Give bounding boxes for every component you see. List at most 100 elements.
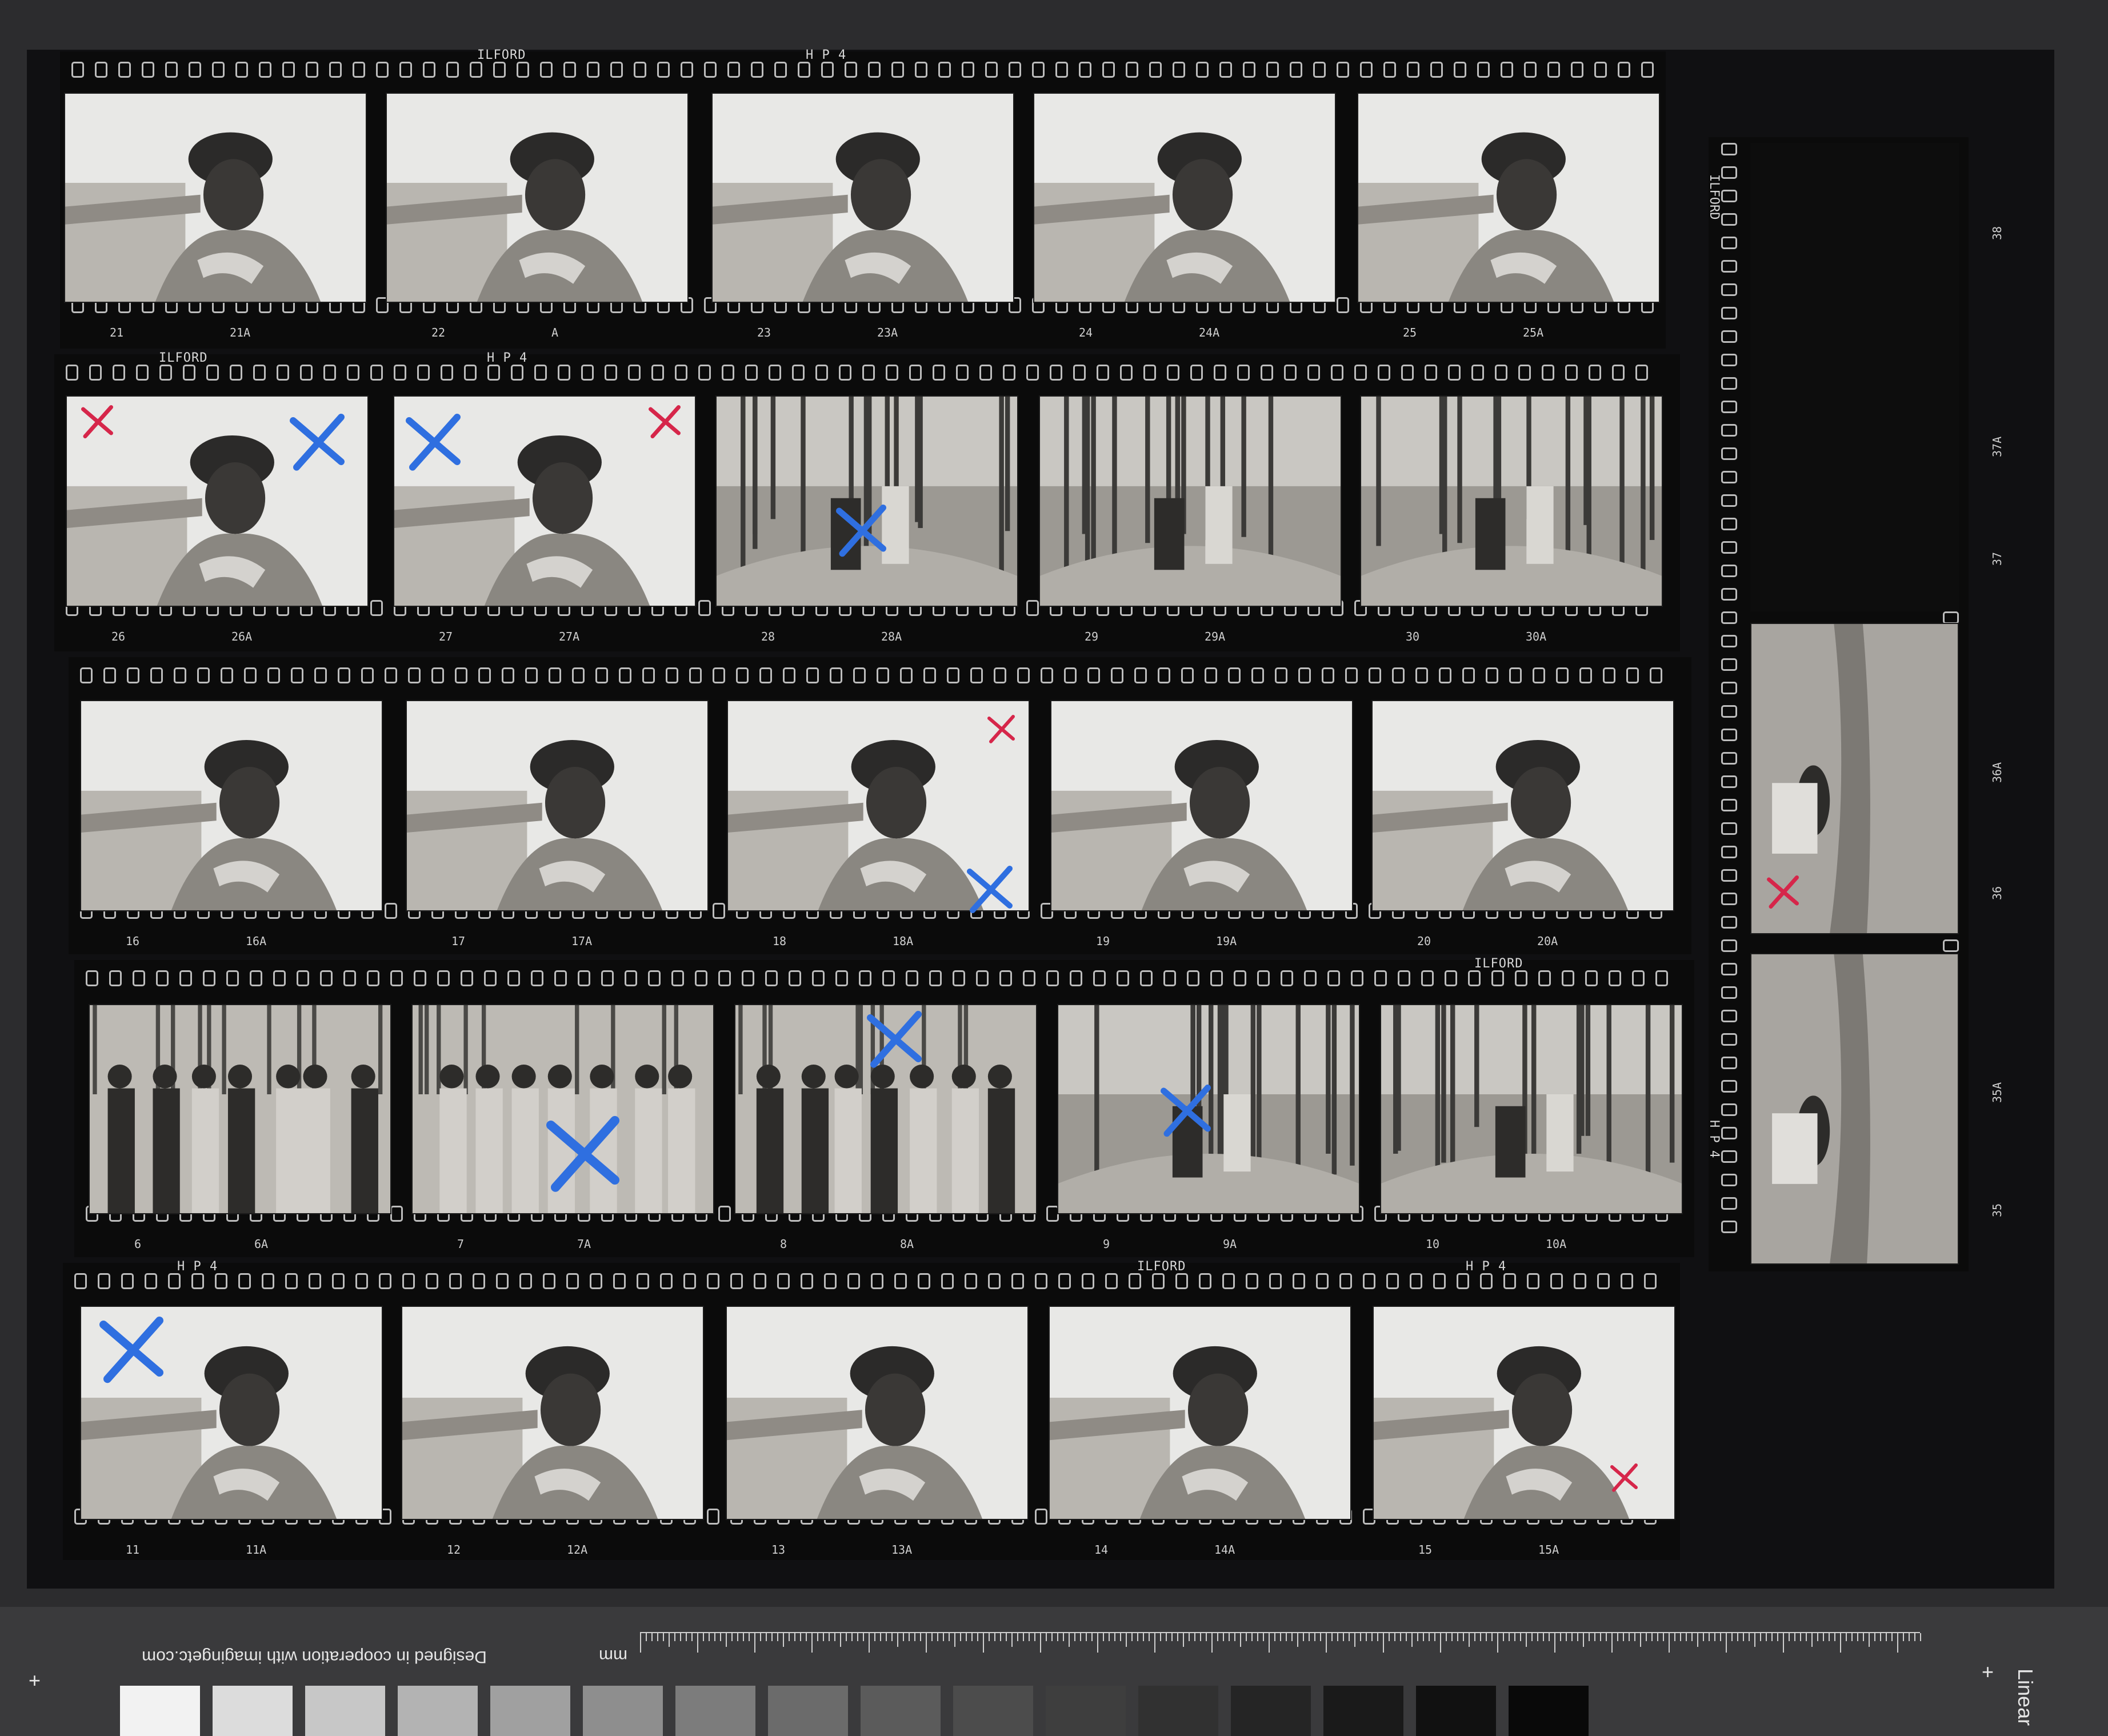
sprocket-hole (774, 62, 787, 78)
sprocket-hole (540, 62, 553, 78)
ruler-tick (657, 1633, 658, 1641)
red-x-mark (77, 401, 117, 443)
sprocket-hole (613, 1273, 626, 1289)
frame-25[interactable] (1357, 93, 1660, 303)
ruler-tick (1206, 1633, 1207, 1641)
sprocket-hole (1480, 1273, 1493, 1289)
sprocket-hole (426, 1273, 438, 1289)
sprocket-hole (572, 667, 585, 683)
sprocket-hole (1261, 365, 1273, 381)
ruler-tick (743, 1633, 744, 1641)
sprocket-hole (698, 365, 711, 381)
ruler-tick (1731, 1633, 1733, 1641)
frame-number-a: 11A (246, 1543, 267, 1557)
ruler-tick (1120, 1633, 1121, 1641)
sprocket-hole (1407, 62, 1419, 78)
frame-24[interactable] (1033, 93, 1336, 303)
sprocket-hole (150, 667, 163, 683)
ruler-tick (754, 1633, 755, 1653)
sprocket-hole (730, 1273, 743, 1289)
sprocket-hole (329, 62, 342, 78)
ruler-tick (651, 1633, 653, 1641)
sprocket-hole (742, 970, 754, 986)
frame-21[interactable] (64, 93, 367, 303)
sprocket-hole (1486, 667, 1498, 683)
sprocket-hole (1721, 424, 1737, 437)
sprocket-hole (988, 1273, 1001, 1289)
frame-number-vertical: 35A (1990, 1082, 2004, 1103)
red-x-mark (1763, 871, 1803, 914)
frame-vertical-2[interactable] (1750, 953, 1959, 1265)
sprocket-hole (1433, 1273, 1446, 1289)
frame-10[interactable] (1380, 1004, 1683, 1214)
ruler-tick (674, 1633, 675, 1641)
sprocket-hole (671, 970, 684, 986)
ruler-tick (1154, 1633, 1155, 1653)
frame-number-vertical: 37 (1990, 551, 2004, 566)
frame-29[interactable] (1039, 395, 1342, 607)
ruler-tick (920, 1633, 921, 1641)
ruler-tick (1183, 1633, 1184, 1647)
sprocket-hole (1655, 970, 1668, 986)
frame-19[interactable] (1050, 700, 1353, 911)
ruler-tick (909, 1633, 910, 1641)
sprocket-hole (801, 1273, 813, 1289)
sprocket-hole (1316, 1273, 1329, 1289)
sprocket-hole (1721, 518, 1737, 530)
sprocket-hole (1304, 970, 1317, 986)
sprocket-hole (736, 667, 749, 683)
sprocket-hole (145, 1273, 157, 1289)
sprocket-hole (1351, 970, 1363, 986)
ruler-tick (1137, 1633, 1138, 1641)
sprocket-hole (815, 365, 828, 381)
sprocket-hole (367, 970, 379, 986)
ruler-tick (989, 1633, 990, 1641)
ruler-tick (1234, 1633, 1235, 1641)
frame-30[interactable] (1360, 395, 1663, 607)
frame-17[interactable] (406, 700, 709, 911)
sprocket-hole (722, 365, 734, 381)
frame-23[interactable] (711, 93, 1014, 303)
ruler-tick (1771, 1633, 1773, 1641)
frame-number-a: 23A (877, 326, 898, 339)
ruler-tick (1840, 1633, 1841, 1653)
sprocket-hole (121, 1273, 134, 1289)
sprocket-hole (215, 1273, 227, 1289)
red-x-mark (1607, 1460, 1641, 1497)
gray-swatch (675, 1686, 755, 1736)
ruler-tick (1189, 1633, 1190, 1641)
frame-16[interactable] (80, 700, 383, 911)
ruler-tick (1240, 1633, 1241, 1647)
film-edge-text: ILFORD (1707, 174, 1721, 220)
film-edge-text: H P 4 (177, 1259, 218, 1274)
ruler-tick (1680, 1633, 1681, 1641)
sprocket-hole (1017, 667, 1030, 683)
frame-20[interactable] (1371, 700, 1674, 911)
ruler-tick (720, 1633, 721, 1641)
sprocket-hole (1035, 1273, 1047, 1289)
sprocket-hole (1386, 1273, 1399, 1289)
frame-22[interactable] (386, 93, 689, 303)
ruler-tick (1051, 1633, 1053, 1641)
sprocket-hole (1491, 970, 1504, 986)
ruler-tick (1343, 1633, 1344, 1641)
ruler-tick (1549, 1633, 1550, 1641)
sprocket-hole (1167, 365, 1179, 381)
frame-12[interactable] (401, 1306, 704, 1520)
frame-6[interactable] (89, 1004, 391, 1214)
ruler-tick (760, 1633, 761, 1641)
ruler-tick (1069, 1633, 1070, 1647)
ruler-tick (1091, 1633, 1093, 1641)
frame-14[interactable] (1049, 1306, 1351, 1520)
frame-number-a: 13A (891, 1543, 913, 1557)
sprocket-hole (660, 1273, 673, 1289)
ruler-tick (811, 1633, 813, 1653)
gray-swatch (1509, 1686, 1589, 1736)
ruler-tick (926, 1633, 927, 1653)
sprocket-hole (628, 365, 641, 381)
sprocket-hole (1524, 62, 1537, 78)
frame-13[interactable] (726, 1306, 1029, 1520)
ruler-tick (851, 1633, 853, 1641)
sprocket-hole (1721, 658, 1737, 671)
ruler-tick (1560, 1633, 1561, 1641)
